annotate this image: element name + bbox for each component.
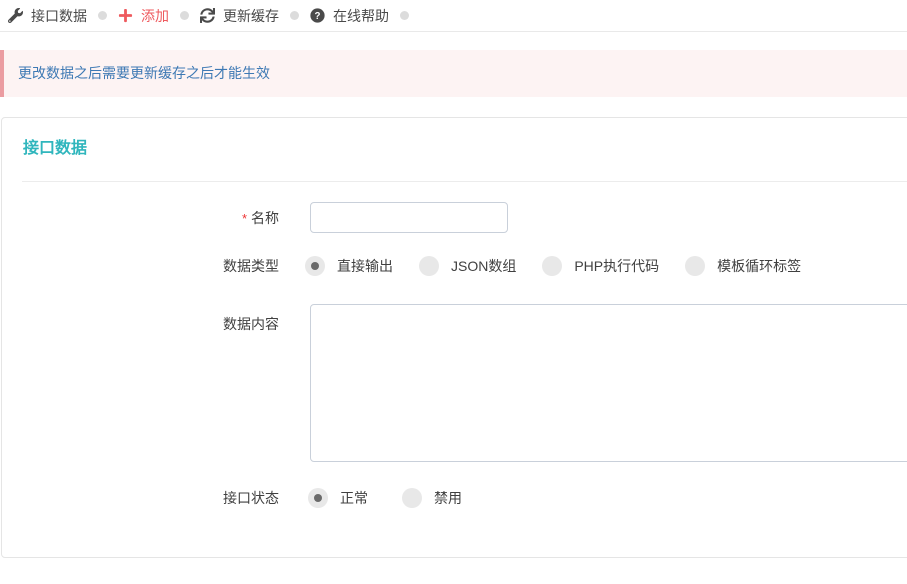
toolbar-item-label: 更新缓存 <box>223 6 279 26</box>
toolbar-item-label: 添加 <box>141 6 169 26</box>
radio-template-loop-tag[interactable]: 模板循环标签 <box>685 256 801 276</box>
name-input[interactable] <box>310 202 508 233</box>
add-button[interactable]: 添加 <box>118 6 169 26</box>
interface-data-panel: 接口数据 *名称 数据类型 直接输出 JSON数组 PHP执行代码 <box>1 117 907 558</box>
radio-direct-output[interactable]: 直接输出 <box>305 256 393 276</box>
toolbar-item-interface-data[interactable]: 接口数据 <box>8 6 87 26</box>
toolbar-item-label: 在线帮助 <box>333 6 389 26</box>
alert-text: 更改数据之后需要更新缓存之后才能生效 <box>18 65 270 81</box>
radio-icon <box>402 488 422 508</box>
form-row-data-content: 数据内容 <box>2 304 907 462</box>
svg-text:?: ? <box>315 11 321 22</box>
online-help-button[interactable]: ? 在线帮助 <box>310 6 389 26</box>
radio-icon <box>685 256 705 276</box>
radio-icon <box>305 256 325 276</box>
data-content-label: 数据内容 <box>2 304 279 334</box>
data-type-label: 数据类型 <box>2 256 279 276</box>
form-row-name: *名称 <box>2 202 907 233</box>
radio-php-code[interactable]: PHP执行代码 <box>542 256 659 276</box>
radio-status-disabled[interactable]: 禁用 <box>402 488 462 508</box>
toolbar-item-label: 接口数据 <box>31 6 87 26</box>
toolbar: 接口数据 添加 更新缓存 ? 在线帮助 <box>0 0 907 32</box>
alert-message: 更改数据之后需要更新缓存之后才能生效 <box>0 50 907 97</box>
dot-separator <box>400 11 409 20</box>
radio-status-normal[interactable]: 正常 <box>308 488 368 508</box>
required-asterisk: * <box>242 211 247 226</box>
title-divider <box>22 181 907 182</box>
plus-icon <box>118 8 133 23</box>
radio-icon <box>542 256 562 276</box>
question-icon: ? <box>310 8 325 23</box>
page-title: 接口数据 <box>2 118 907 158</box>
status-label: 接口状态 <box>2 488 279 508</box>
radio-icon <box>419 256 439 276</box>
update-cache-button[interactable]: 更新缓存 <box>200 6 279 26</box>
radio-json-array[interactable]: JSON数组 <box>419 256 516 276</box>
dot-separator <box>98 11 107 20</box>
refresh-icon <box>200 8 215 23</box>
form-row-status: 接口状态 正常 禁用 <box>2 488 907 508</box>
form-row-data-type: 数据类型 直接输出 JSON数组 PHP执行代码 模板循环标签 <box>2 256 907 276</box>
dot-separator <box>290 11 299 20</box>
data-content-textarea[interactable] <box>310 304 907 462</box>
wrench-icon <box>8 8 23 23</box>
name-label: *名称 <box>2 208 279 228</box>
radio-icon <box>308 488 328 508</box>
dot-separator <box>180 11 189 20</box>
